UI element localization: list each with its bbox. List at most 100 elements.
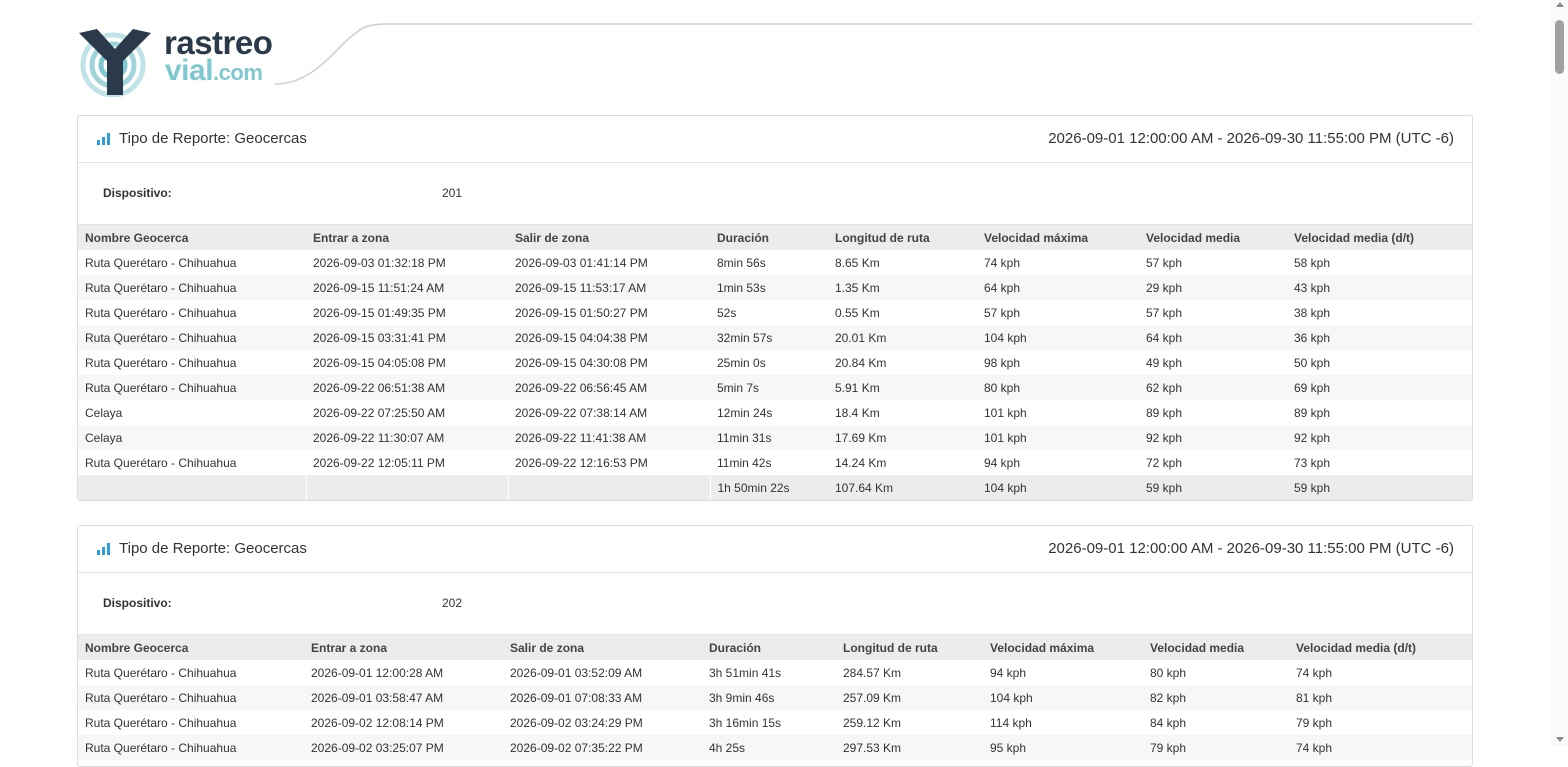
table-cell: 2026-09-22 12:16:53 PM [515,455,648,470]
table-cell: 62 kph [1139,375,1287,400]
table-cell: 2026-09-15 03:31:41 PM [306,325,508,350]
table-cell: 20.84 Km [835,355,887,370]
table-row: Ruta Querétaro - Chihuahua 2026-09-01 03:… [78,685,1472,710]
column-header: Velocidad máxima [977,225,1139,250]
column-header: Longitud de ruta [828,225,977,250]
table-cell: 2026-09-15 04:30:08 PM [515,355,648,370]
table-cell: 8min 56s [717,255,766,270]
column-header: Entrar a zona [304,635,503,660]
device-label: Dispositivo: [103,186,172,200]
table-cell: 74 kph [984,255,1021,270]
table-cell: 69 kph [1287,375,1472,400]
table-cell: 84 kph [1150,715,1187,730]
table-cell: 92 kph [1139,425,1287,450]
table-cell: 2026-09-02 03:24:29 PM [510,715,643,730]
geofence-table: Nombre Geocerca Entrar a zona Salir de zon… [78,635,1472,760]
table-cell: Celaya [85,405,123,420]
table-cell: 5.91 Km [828,375,977,400]
column-header: Nombre Geocerca [78,635,304,660]
table-cell: 57 kph [1146,305,1183,320]
table-cell: 11min 31s [710,425,828,450]
table-cell: 74 kph [1296,665,1333,680]
table-row: Celaya 2026-09-22 11:30:07 AM 2026-09-22 1… [78,425,1472,450]
table-cell: 20.01 Km [828,325,977,350]
table-cell: 79 kph [1296,715,1333,730]
table-cell: 259.12 Km [843,715,902,730]
table-cell: 2026-09-01 03:58:47 AM [304,685,503,710]
table-cell: 74 kph [1289,735,1472,760]
table-cell: 1min 53s [710,275,828,300]
table-cell: Ruta Querétaro - Chihuahua [78,685,304,710]
table-cell: 257.09 Km [836,685,983,710]
table-cell: 14.24 Km [835,455,887,470]
column-header: Velocidad media [1143,635,1289,660]
table-cell: 297.53 Km [836,735,983,760]
table-cell: 25min 0s [717,355,766,370]
table-cell: 95 kph [983,735,1143,760]
table-cell: 2026-09-22 07:25:50 AM [313,405,446,420]
table-cell: 64 kph [1139,325,1287,350]
table-cell: 81 kph [1289,685,1472,710]
column-header: Salir de zona [503,635,702,660]
total-cell: 59 kph [1139,475,1287,500]
table-cell: 38 kph [1294,305,1331,320]
table-cell: 1.35 Km [828,275,977,300]
table-cell: 2026-09-15 01:49:35 PM [313,305,446,320]
column-header: Longitud de ruta [836,635,983,660]
table-cell: 80 kph [1150,665,1187,680]
vertical-scrollbar[interactable] [1551,0,1568,746]
logo-text-vial: vial.com [165,54,263,88]
scroll-down-arrow-icon[interactable] [1556,737,1564,742]
table-row: Celaya 2026-09-22 07:25:50 AM 2026-09-22 0… [78,400,1472,425]
table-cell: 50 kph [1294,355,1331,370]
column-header: Duración [702,635,836,660]
table-cell: 2026-09-02 07:35:22 PM [503,735,702,760]
table-cell: 2026-09-15 01:50:27 PM [515,305,648,320]
table-cell: 2026-09-22 07:38:14 AM [515,405,648,420]
report-type-title: Tipo de Reporte: Geocercas [119,130,307,147]
table-cell: 2026-09-22 12:05:11 PM [313,455,445,470]
scroll-thumb[interactable] [1555,20,1564,74]
table-cell: Ruta Querétaro - Chihuahua [78,375,306,400]
table-cell: 8.65 Km [835,255,880,270]
table-cell: 3h 16min 15s [709,715,782,730]
table-cell: 36 kph [1287,325,1472,350]
report-type-title: Tipo de Reporte: Geocercas [119,540,307,557]
column-header: Velocidad media [1139,225,1287,250]
table-cell: 17.69 Km [828,425,977,450]
table-cell: 2026-09-22 06:51:38 AM [306,375,508,400]
table-cell: 79 kph [1143,735,1289,760]
table-cell: 2026-09-03 01:32:18 PM [313,255,446,270]
column-header: Velocidad máxima [983,635,1143,660]
table-cell: 18.4 Km [835,405,880,420]
bar-chart-icon [97,543,110,555]
table-cell: 32min 57s [710,325,828,350]
table-cell: 98 kph [984,355,1021,370]
table-total-row: 1h 50min 22s 107.64 Km 104 kph 59 kph 59 kph [78,475,1472,500]
table-cell: 284.57 Km [843,665,902,680]
scroll-up-arrow-icon[interactable] [1556,2,1564,7]
bar-chart-icon [97,133,110,145]
table-cell: Ruta Querétaro - Chihuahua [78,735,304,760]
column-header: Salir de zona [508,225,710,250]
table-cell: 89 kph [1294,405,1331,420]
total-cell: 59 kph [1287,475,1472,500]
table-cell: Ruta Querétaro - Chihuahua [85,455,237,470]
table-cell: 2026-09-01 03:52:09 AM [510,665,643,680]
total-cell [305,475,508,500]
table-cell: 0.55 Km [835,305,880,320]
table-row: Ruta Querétaro - Chihuahua 2026-09-03 01:… [78,250,1472,275]
total-cell [78,475,306,500]
table-cell: 114 kph [990,715,1032,730]
table-cell: 5min 7s [710,375,828,400]
table-row: Ruta Querétaro - Chihuahua 2026-09-02 03:… [78,735,1472,760]
table-cell: 57 kph [1146,255,1183,270]
table-cell: 2026-09-02 03:25:07 PM [304,735,503,760]
table-cell: 2026-09-15 04:05:08 PM [313,355,446,370]
table-cell: 11min 42s [717,455,772,470]
table-cell: 3h 9min 46s [702,685,836,710]
table-cell: 72 kph [1146,455,1183,470]
device-label: Dispositivo: [103,596,172,610]
table-cell: 29 kph [1139,275,1287,300]
table-cell: 101 kph [984,405,1027,420]
